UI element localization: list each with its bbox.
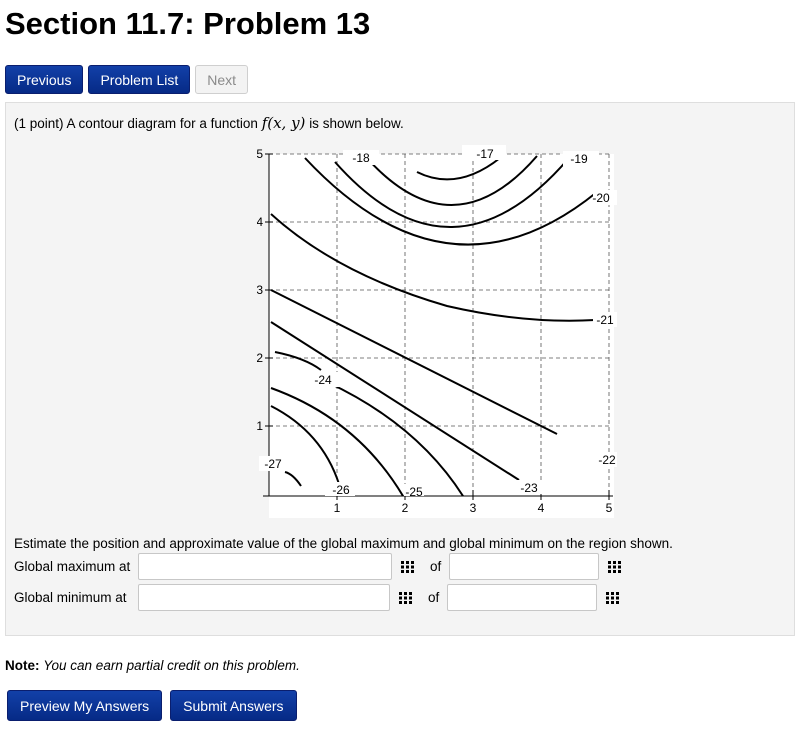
matrix-entry-icon[interactable] (392, 584, 420, 611)
points-label: (1 point) (14, 116, 64, 131)
x-tick-label: 1 (334, 501, 341, 515)
note-label: Note: (5, 658, 40, 673)
contour-label: -19 (570, 152, 588, 166)
contour-label: -25 (405, 485, 423, 499)
global-max-position-input[interactable] (138, 553, 392, 580)
plot-background (269, 154, 614, 518)
global-min-row: Global minimum at of (14, 584, 627, 611)
contour-label: -26 (332, 483, 350, 497)
answer-actions: Preview My Answers Submit Answers (7, 690, 297, 721)
contour-label: -21 (596, 313, 614, 327)
problem-navigation: Previous Problem List Next (5, 65, 249, 94)
y-tick-label: 4 (257, 215, 263, 229)
contour-label: -20 (592, 191, 610, 205)
contour-label: -24 (314, 373, 332, 387)
global-max-row: Global maximum at of (14, 553, 629, 580)
function-notation: f(x, y) (261, 114, 306, 132)
x-tick-label: 4 (538, 501, 545, 515)
of-label: of (428, 590, 440, 605)
x-tick-label: 3 (470, 501, 477, 515)
intro-text: A contour diagram for a function (66, 116, 258, 131)
submit-answers-button[interactable]: Submit Answers (170, 690, 297, 721)
page-title: Section 11.7: Problem 13 (5, 6, 371, 41)
next-button: Next (195, 65, 249, 94)
global-min-position-input[interactable] (138, 584, 390, 611)
contour-label: -17 (476, 147, 494, 161)
estimate-instructions: Estimate the position and approximate va… (14, 536, 673, 551)
intro-suffix: is shown below. (309, 116, 404, 131)
of-label: of (430, 559, 442, 574)
note-text: You can earn partial credit on this prob… (43, 658, 300, 673)
x-tick-label: 2 (402, 501, 409, 515)
global-max-label: Global maximum at (14, 559, 131, 574)
y-tick-label: 2 (257, 351, 263, 365)
problem-intro: (1 point) A contour diagram for a functi… (14, 114, 404, 132)
previous-button[interactable]: Previous (5, 65, 84, 94)
x-tick-label: 5 (606, 501, 613, 515)
y-tick-label: 5 (257, 147, 263, 161)
contour-label: -27 (264, 457, 282, 471)
preview-answers-button[interactable]: Preview My Answers (7, 690, 163, 721)
global-min-label: Global minimum at (14, 590, 127, 605)
contour-diagram: 1 2 3 4 5 1 2 3 4 5 -17 -18 -19 -20 -21 (257, 145, 617, 518)
global-min-value-input[interactable] (447, 584, 598, 611)
contour-label: -23 (520, 481, 538, 495)
contour-label: -22 (598, 453, 616, 467)
partial-credit-note: Note: You can earn partial credit on thi… (5, 658, 300, 673)
problem-list-button[interactable]: Problem List (88, 65, 191, 94)
matrix-entry-icon[interactable] (601, 553, 629, 580)
y-tick-label: 3 (257, 283, 263, 297)
global-max-value-input[interactable] (449, 553, 600, 580)
contour-label: -18 (352, 151, 370, 165)
y-tick-label: 1 (257, 419, 263, 433)
matrix-entry-icon[interactable] (394, 553, 422, 580)
matrix-entry-icon[interactable] (599, 584, 627, 611)
